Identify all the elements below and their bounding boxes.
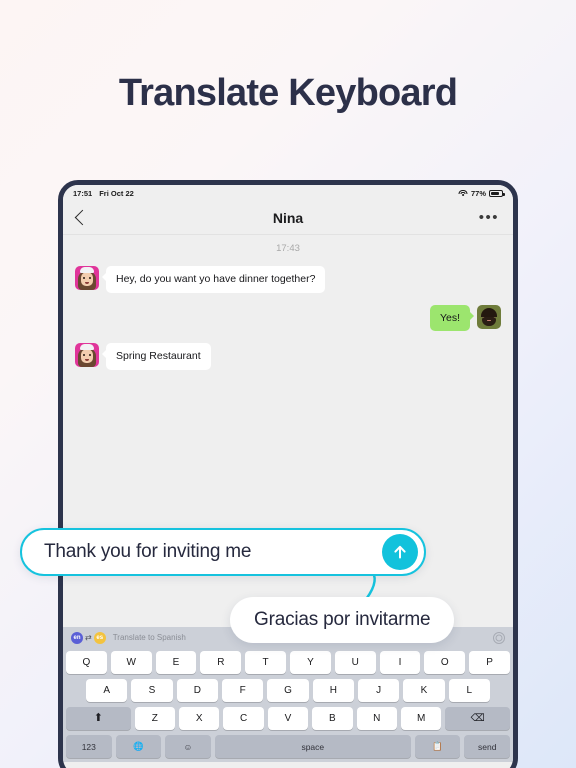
key-d[interactable]: D [176,679,218,702]
backspace-icon[interactable]: ⌫ [445,707,510,730]
key-i[interactable]: I [379,651,421,674]
chat-timestamp: 17:43 [276,243,300,254]
language-pair[interactable]: en ⇄ es [71,631,106,644]
battery-icon [489,189,505,197]
key-send[interactable]: send [464,735,511,758]
send-button[interactable] [382,534,418,570]
key-n[interactable]: N [356,707,397,730]
key-g[interactable]: G [267,679,309,702]
key-space[interactable]: space [214,735,411,758]
key-m[interactable]: M [400,707,442,730]
key-e[interactable]: E [155,651,197,674]
avatar-nina[interactable] [75,343,99,368]
message-bubble: Yes! [429,304,475,332]
translate-input-field[interactable]: Thank you for inviting me [20,528,426,576]
key-s[interactable]: S [131,679,173,702]
key-o[interactable]: O [424,651,466,674]
translate-status-label: Translate to Spanish [112,633,186,642]
key-b[interactable]: B [312,707,353,730]
message-row: Spring Restaurant [75,343,501,370]
input-value: Thank you for inviting me [44,541,252,562]
key-x[interactable]: X [179,707,220,730]
key-f[interactable]: F [222,679,264,702]
key-u[interactable]: U [334,651,376,674]
keyboard-row-4: 123 🌐 ☺ space 📋 send [66,735,511,758]
emoji-icon[interactable]: ☺ [165,735,211,758]
key-numbers[interactable]: 123 [66,735,112,758]
more-horizontal-icon[interactable]: ••• [479,210,499,225]
page-title: Translate Keyboard [118,72,458,114]
message-bubble: Spring Restaurant [102,343,211,370]
status-date: Fri Oct 22 [99,188,134,198]
device-frame: 17:51 Fri Oct 22 77% Nina ••• 17:43 Hey,… [58,180,518,768]
keyboard-row-2: A S D F G H J K L [66,679,510,702]
key-a[interactable]: A [86,679,128,702]
key-q[interactable]: Q [66,651,107,674]
key-p[interactable]: P [469,651,510,674]
key-r[interactable]: R [200,651,242,674]
gear-icon[interactable] [493,631,505,644]
target-language-badge[interactable]: es [93,631,106,644]
chat-navbar: Nina ••• [63,201,513,235]
key-l[interactable]: L [448,679,490,702]
message-row: Yes! [75,304,501,332]
wifi-icon [458,189,468,197]
keyboard-row-3: ⬆ Z X C V B N M ⌫ [66,707,510,730]
key-t[interactable]: T [245,651,286,674]
key-k[interactable]: K [403,679,445,702]
status-time: 17:51 [73,188,93,198]
avatar-nina[interactable] [75,266,99,290]
key-c[interactable]: C [223,707,264,730]
key-v[interactable]: V [267,707,309,730]
chat-title: Nina [272,209,304,226]
clipboard-icon[interactable]: 📋 [414,735,461,758]
key-j[interactable]: J [357,679,400,702]
swap-icon[interactable]: ⇄ [85,633,92,642]
message-row: Hey, do you want yo have dinner together… [75,266,501,293]
globe-icon[interactable]: 🌐 [115,735,162,758]
status-bar: 17:51 Fri Oct 22 77% [63,185,513,201]
key-h[interactable]: H [312,679,354,702]
keyboard: Q W E R T Y U I O P A S D F G H J K L ⬆ … [63,648,513,762]
source-language-badge[interactable]: en [71,631,83,644]
translation-bubble: Gracias por invitarme [230,597,455,643]
key-w[interactable]: W [110,651,152,674]
shift-icon[interactable]: ⬆ [66,707,131,730]
arrow-up-icon [394,545,406,559]
message-bubble: Hey, do you want yo have dinner together… [101,266,326,293]
avatar-me[interactable] [477,304,501,329]
keyboard-row-1: Q W E R T Y U I O P [66,651,510,674]
key-z[interactable]: Z [134,707,176,730]
battery-percent: 77% [470,188,486,198]
key-y[interactable]: Y [290,651,331,674]
